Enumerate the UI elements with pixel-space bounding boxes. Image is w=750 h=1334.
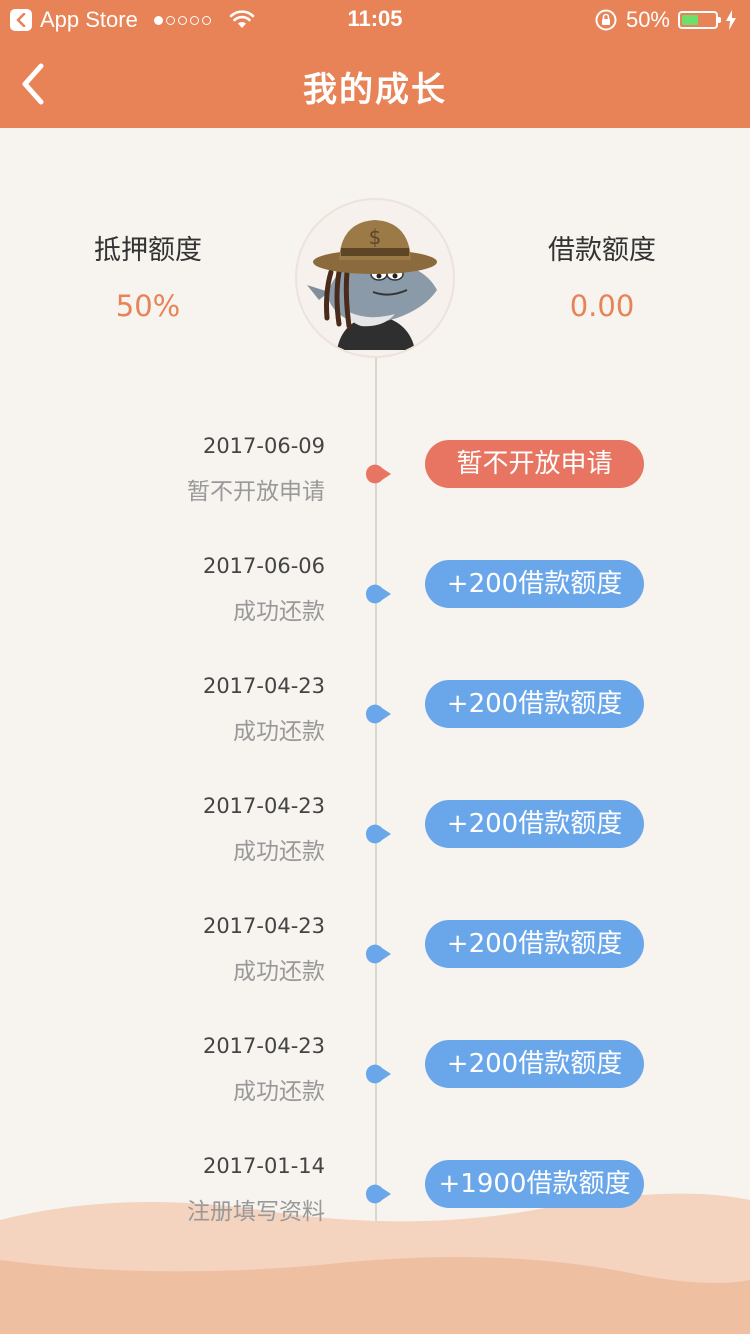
timeline-badge: +200借款额度: [425, 920, 644, 968]
timeline-dot-icon: [365, 1184, 391, 1204]
shark-avatar-icon: $: [307, 220, 437, 350]
timeline-date: 2017-04-23: [202, 794, 325, 818]
timeline-date: 2017-04-23: [202, 914, 325, 938]
mortgage-value: 50%: [115, 289, 181, 323]
timeline-desc: 暂不开放申请: [187, 479, 325, 505]
timeline-desc: 成功还款: [233, 1079, 325, 1105]
loan-label: 借款额度: [548, 235, 656, 266]
status-right: 50%: [594, 6, 736, 34]
battery-percent: 50%: [625, 7, 670, 32]
timeline-item: 2017-01-14 注册填写资料 +1900借款额度: [0, 1154, 750, 1234]
timeline-dot-icon: [365, 944, 391, 964]
timeline-badge: +200借款额度: [425, 560, 644, 608]
timeline-item: 2017-06-09 暂不开放申请 暂不开放申请: [0, 434, 750, 514]
timeline-dot-icon: [365, 584, 391, 604]
orientation-lock-icon: [595, 9, 617, 31]
timeline-desc: 注册填写资料: [187, 1199, 325, 1225]
timeline-dot-icon: [365, 1064, 391, 1084]
timeline-dot-icon: [365, 824, 391, 844]
avatar[interactable]: $: [295, 198, 455, 358]
timeline-desc: 成功还款: [233, 959, 325, 985]
status-bar: App Store 11:05 50%: [0, 0, 750, 40]
timeline-item: 2017-04-23 成功还款 +200借款额度: [0, 794, 750, 874]
page-title: 我的成长: [303, 70, 447, 110]
timeline-badge: +200借款额度: [425, 1040, 644, 1088]
loan-value: 0.00: [569, 289, 635, 323]
nav-bar: 我的成长: [0, 40, 750, 128]
loan-stat: 借款额度 0.00: [502, 228, 702, 323]
timeline-badge: +200借款额度: [425, 800, 644, 848]
timeline-badge: 暂不开放申请: [425, 440, 644, 488]
battery-icon: [678, 11, 721, 29]
svg-text:$: $: [369, 225, 382, 249]
timeline-date: 2017-01-14: [202, 1154, 325, 1178]
timeline-date: 2017-06-09: [202, 434, 325, 458]
timeline-date: 2017-06-06: [202, 554, 325, 578]
mortgage-stat: 抵押额度 50%: [48, 228, 248, 323]
timeline-dot-icon: [365, 464, 391, 484]
timeline-badge: +200借款额度: [425, 680, 644, 728]
timeline-item: 2017-04-23 成功还款 +200借款额度: [0, 1034, 750, 1114]
mortgage-label: 抵押额度: [94, 235, 202, 266]
timeline-item: 2017-04-23 成功还款 +200借款额度: [0, 914, 750, 994]
timeline-dot-icon: [365, 704, 391, 724]
timeline-item: 2017-06-06 成功还款 +200借款额度: [0, 554, 750, 634]
timeline-desc: 成功还款: [233, 599, 325, 625]
timeline-desc: 成功还款: [233, 839, 325, 865]
timeline-desc: 成功还款: [233, 719, 325, 745]
timeline-date: 2017-04-23: [202, 674, 325, 698]
timeline-date: 2017-04-23: [202, 1034, 325, 1058]
timeline-badge: +1900借款额度: [425, 1160, 644, 1208]
timeline-item: 2017-04-23 成功还款 +200借款额度: [0, 674, 750, 754]
charging-icon: [726, 10, 736, 30]
